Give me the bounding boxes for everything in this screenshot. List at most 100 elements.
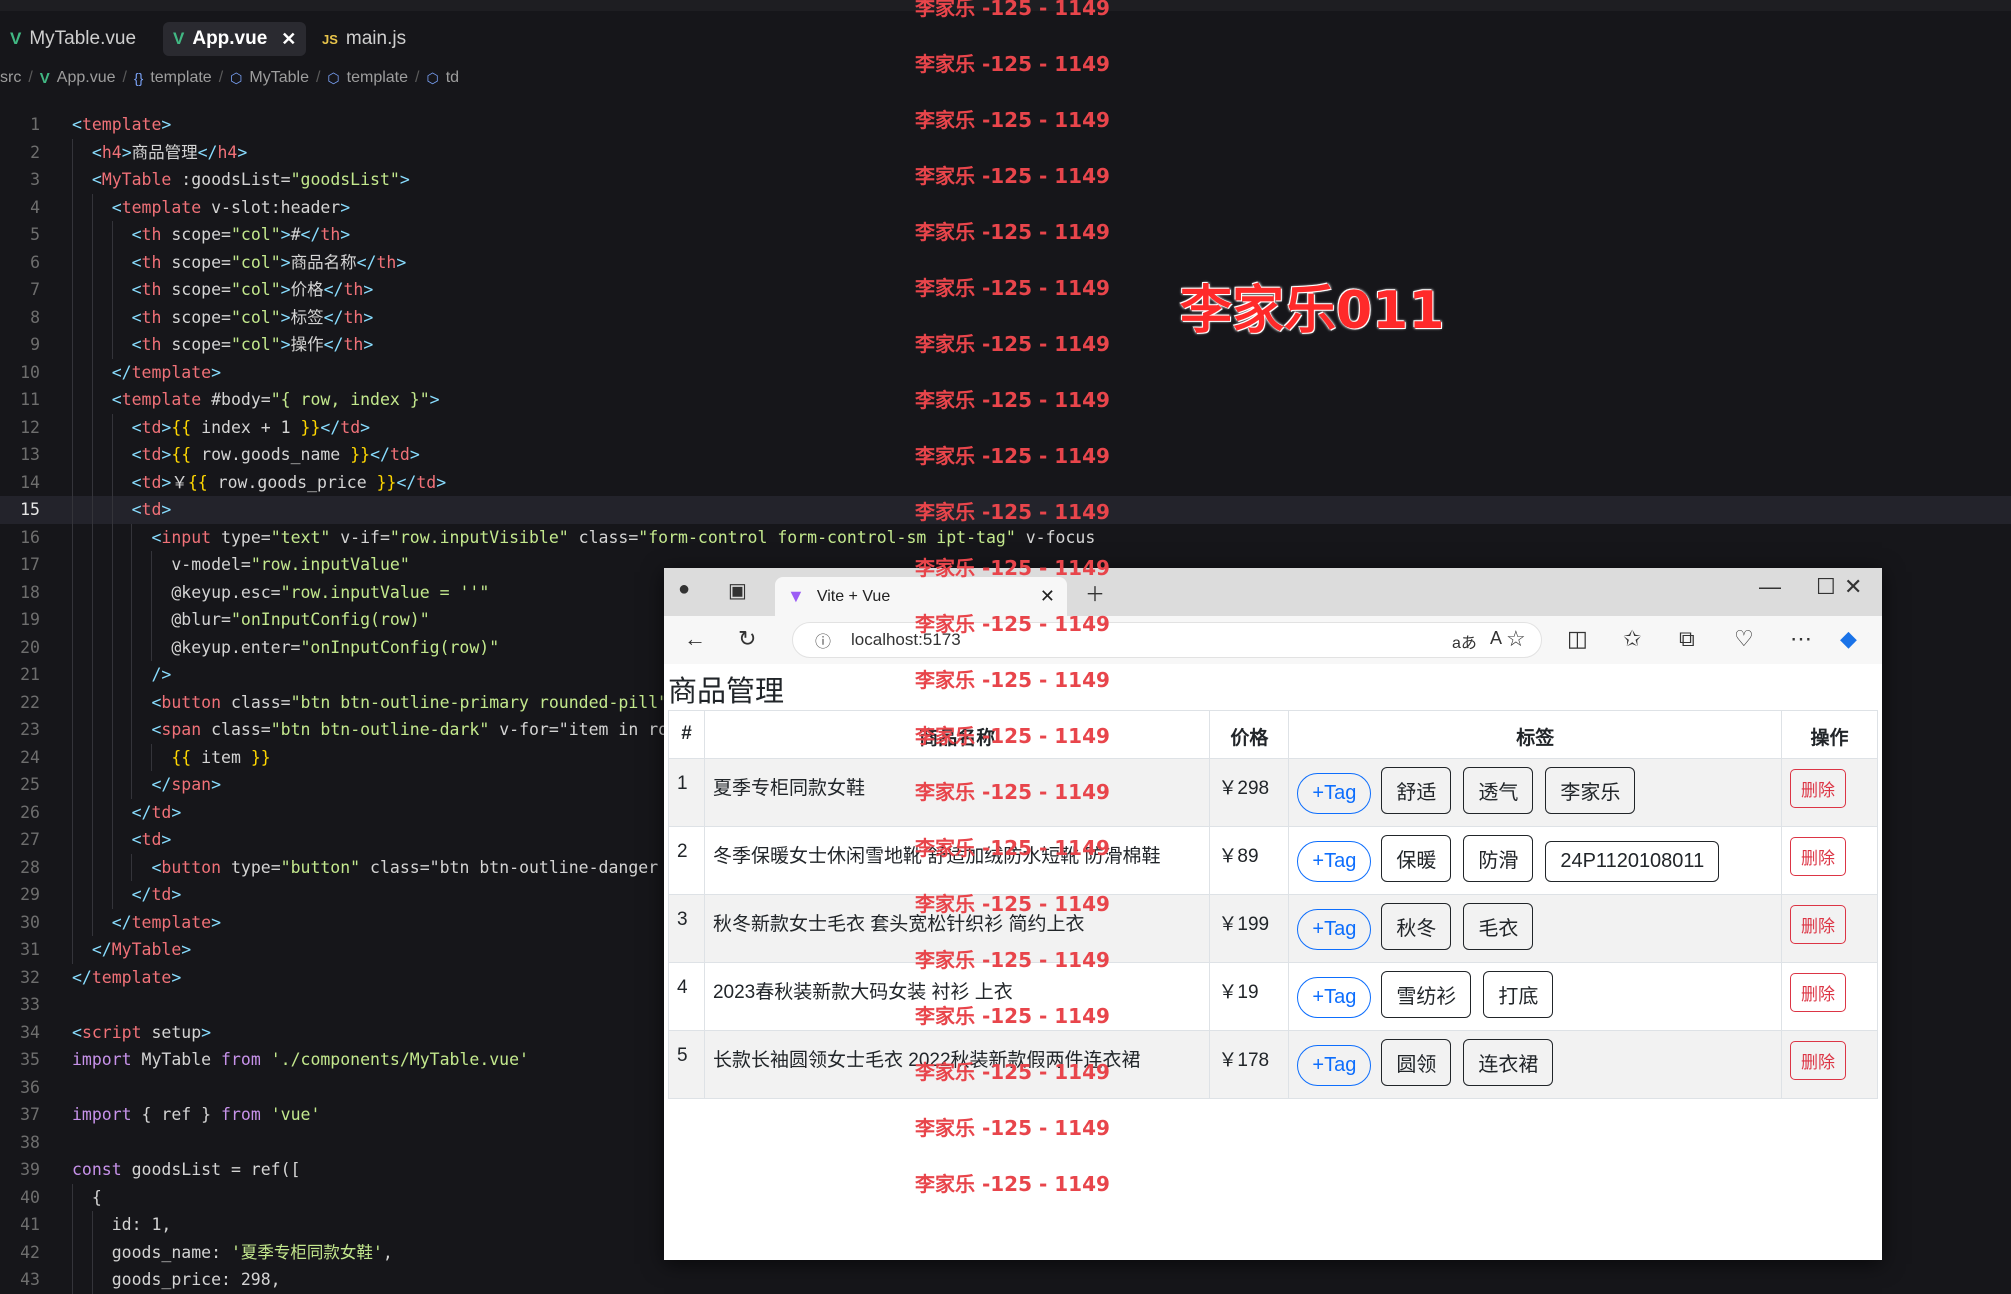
- code-text: <th scope="col">标签</th>: [131, 307, 374, 327]
- delete-button[interactable]: 删除: [1790, 769, 1847, 808]
- browser-tab[interactable]: ▼ Vite + Vue ✕: [775, 577, 1067, 616]
- tag-chip[interactable]: 毛衣: [1463, 903, 1534, 950]
- line-number: 25: [20, 775, 40, 794]
- code-text: <input type="text" v-if="row.inputVisibl…: [151, 527, 1096, 547]
- code-line[interactable]: 13 <td>{{ row.goods_name }}</td>: [0, 441, 2011, 469]
- code-line[interactable]: 6 <th scope="col">商品名称</th>: [0, 248, 2011, 276]
- delete-button[interactable]: 删除: [1790, 973, 1847, 1012]
- code-line[interactable]: 11 <template #body="{ row, index }">: [0, 386, 2011, 414]
- tag-chip[interactable]: 保暖: [1381, 835, 1452, 882]
- code-text: <template>: [72, 115, 172, 134]
- code-text: goods_name: '夏季专柜同款女鞋',: [72, 1242, 393, 1262]
- delete-button[interactable]: 删除: [1790, 1041, 1847, 1080]
- tag-chip[interactable]: 24P1120108011: [1545, 841, 1720, 882]
- code-line[interactable]: 14 <td>￥{{ row.goods_price }}</td>: [0, 468, 2011, 496]
- component-icon: ⬡: [327, 69, 340, 86]
- goods-table: # 商品名称 价格 标签 操作 1 夏季专柜同款女鞋 ￥298 +Tag 舒适 透气 李家乐…: [668, 710, 1878, 1099]
- window-top-strip: [0, 0, 2011, 11]
- close-icon[interactable]: ✕: [281, 29, 296, 50]
- tab-main-js[interactable]: JS main.js: [312, 22, 416, 56]
- tag-chip[interactable]: 雪纺衫: [1381, 971, 1472, 1018]
- code-line[interactable]: 7 <th scope="col">价格</th>: [0, 276, 2011, 304]
- code-line[interactable]: 2 <h4>商品管理</h4>: [0, 138, 2011, 166]
- add-tag-button[interactable]: +Tag: [1297, 1045, 1372, 1086]
- tag-chip[interactable]: 李家乐: [1545, 767, 1636, 814]
- workspaces-icon[interactable]: ▣: [728, 578, 747, 603]
- breadcrumb-item[interactable]: src: [0, 69, 21, 87]
- cell-price: ￥178: [1209, 1030, 1290, 1099]
- add-tag-button[interactable]: +Tag: [1297, 977, 1372, 1018]
- tab-mytable-vue[interactable]: V MyTable.vue: [0, 22, 146, 56]
- tag-chip[interactable]: 透气: [1463, 767, 1534, 814]
- new-tab-icon[interactable]: ＋: [1085, 578, 1105, 607]
- add-tag-button[interactable]: +Tag: [1297, 841, 1372, 882]
- add-tag-button[interactable]: +Tag: [1297, 909, 1372, 950]
- tag-chip[interactable]: 连衣裙: [1463, 1039, 1554, 1086]
- info-icon[interactable]: ⓘ: [815, 628, 831, 652]
- line-number: 14: [20, 472, 40, 492]
- back-icon[interactable]: ←: [684, 626, 706, 652]
- tag-chip[interactable]: 圆领: [1381, 1039, 1452, 1086]
- copilot-icon[interactable]: ◆: [1840, 626, 1857, 652]
- translate-icon[interactable]: aあ: [1452, 629, 1477, 653]
- vue-icon: V: [39, 69, 50, 87]
- delete-button[interactable]: 删除: [1790, 905, 1847, 944]
- minimize-icon[interactable]: —: [1759, 574, 1781, 600]
- maximize-icon[interactable]: ☐: [1816, 574, 1836, 600]
- code-line[interactable]: 16 <input type="text" v-if="row.inputVis…: [0, 523, 2011, 551]
- profile-icon[interactable]: ●: [678, 578, 690, 601]
- tag-chip[interactable]: 秋冬: [1381, 903, 1452, 950]
- code-line[interactable]: 3 <MyTable :goodsList="goodsList">: [0, 166, 2011, 194]
- code-line[interactable]: 5 <th scope="col">#</th>: [0, 221, 2011, 249]
- breadcrumb-item[interactable]: template: [150, 69, 211, 87]
- line-number: 29: [20, 885, 40, 904]
- cell-actions: 删除: [1781, 1030, 1878, 1099]
- refresh-icon[interactable]: ↻: [738, 626, 756, 652]
- breadcrumb-item[interactable]: App.vue: [57, 69, 116, 87]
- tag-chip[interactable]: 打底: [1483, 971, 1554, 1018]
- cell-actions: 删除: [1781, 962, 1878, 1031]
- code-line[interactable]: 9 <th scope="col">操作</th>: [0, 331, 2011, 359]
- read-aloud-icon[interactable]: A: [1490, 628, 1502, 649]
- tag-chip[interactable]: 防滑: [1463, 835, 1534, 882]
- code-line[interactable]: 10 </template>: [0, 358, 2011, 386]
- code-text: <td>: [131, 500, 172, 519]
- close-tab-icon[interactable]: ✕: [1040, 586, 1055, 607]
- code-line[interactable]: 8 <th scope="col">标签</th>: [0, 303, 2011, 331]
- code-text: <th scope="col">价格</th>: [131, 280, 374, 299]
- vite-icon: ▼: [787, 586, 805, 606]
- line-number: 32: [20, 967, 40, 987]
- line-number: 22: [20, 692, 40, 712]
- breadcrumb-item[interactable]: template: [347, 69, 408, 87]
- tag-chip[interactable]: 舒适: [1381, 767, 1452, 814]
- add-tag-button[interactable]: +Tag: [1297, 773, 1372, 814]
- breadcrumb-item[interactable]: MyTable: [249, 69, 309, 87]
- url-field[interactable]: ⓘ localhost:5173: [792, 622, 1542, 658]
- favorite-star-icon[interactable]: ☆: [1506, 626, 1526, 652]
- cell-price: ￥298: [1209, 758, 1290, 827]
- browser-tab-title: Vite + Vue: [816, 587, 891, 605]
- braces-icon: {}: [133, 70, 144, 86]
- code-line[interactable]: 4 <template v-slot:header>: [0, 193, 2011, 221]
- code-line[interactable]: 12 <td>{{ index + 1 }}</td>: [0, 413, 2011, 441]
- cell-name: 秋冬新款女士毛衣 套头宽松针织衫 简约上衣: [703, 894, 1211, 963]
- cell-tags: +Tag 保暖 防滑 24P1120108011: [1288, 826, 1783, 895]
- tab-app-vue[interactable]: V App.vue ✕: [163, 22, 307, 56]
- split-screen-icon[interactable]: ◫: [1567, 626, 1588, 652]
- code-text: </span>: [151, 775, 222, 794]
- code-line[interactable]: 1 <template>: [0, 111, 2011, 139]
- line-number: 26: [20, 802, 40, 822]
- line-number: 4: [30, 197, 40, 217]
- code-text: </template>: [72, 967, 182, 987]
- breadcrumb-item[interactable]: td: [446, 69, 459, 87]
- close-window-icon[interactable]: ✕: [1844, 574, 1862, 600]
- favorites-icon[interactable]: ✩: [1623, 626, 1641, 652]
- code-line[interactable]: 15 <td>: [0, 496, 2011, 524]
- browser-essentials-icon[interactable]: ♡: [1734, 626, 1754, 652]
- delete-button[interactable]: 删除: [1790, 837, 1847, 876]
- cell-tags: +Tag 圆领 连衣裙: [1288, 1030, 1783, 1099]
- code-line[interactable]: 43 goods_price: 298,: [0, 1266, 2011, 1294]
- cell-index: 5: [668, 1030, 705, 1099]
- collections-icon[interactable]: ⧉: [1679, 626, 1695, 652]
- more-menu-icon[interactable]: ⋯: [1790, 626, 1812, 652]
